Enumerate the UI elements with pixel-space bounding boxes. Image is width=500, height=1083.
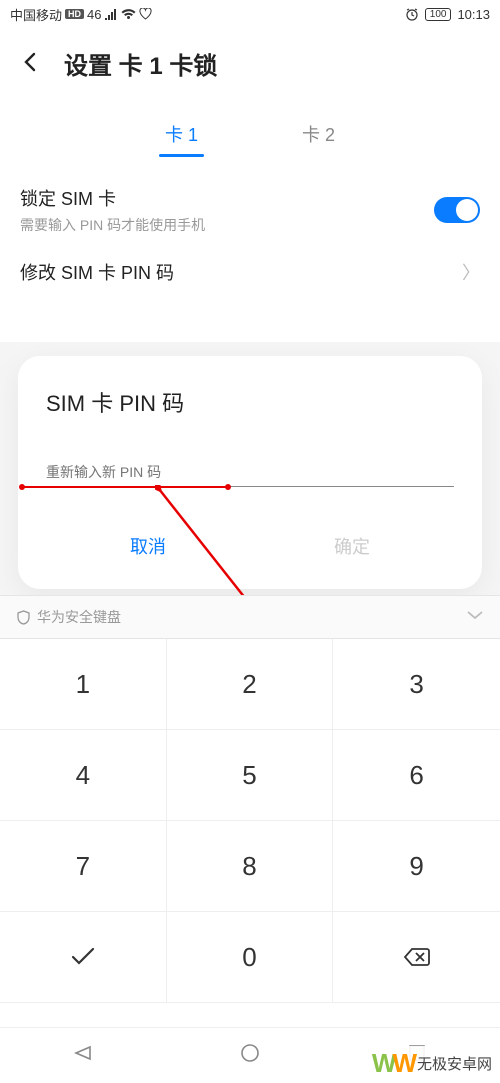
status-right: 100 10:13 <box>405 7 490 22</box>
back-button[interactable] <box>20 51 42 77</box>
key-8[interactable]: 8 <box>167 821 334 912</box>
hd-badge: HD <box>65 9 84 19</box>
key-4[interactable]: 4 <box>0 730 167 821</box>
key-0[interactable]: 0 <box>167 912 334 1003</box>
wifi-icon <box>121 8 136 20</box>
settings-list: 锁定 SIM 卡 需要输入 PIN 码才能使用手机 修改 SIM 卡 PIN 码… <box>0 155 500 297</box>
numeric-keypad: 1 2 3 4 5 6 7 8 9 0 <box>0 639 500 1003</box>
key-done[interactable] <box>0 912 167 1003</box>
key-2[interactable]: 2 <box>167 639 334 730</box>
battery-level: 100 <box>425 8 452 21</box>
collapse-keyboard-icon[interactable] <box>466 608 484 626</box>
clock-time: 10:13 <box>457 7 490 22</box>
key-3[interactable]: 3 <box>333 639 500 730</box>
lock-sim-title: 锁定 SIM 卡 <box>20 185 205 211</box>
key-7[interactable]: 7 <box>0 821 167 912</box>
lock-sim-sub: 需要输入 PIN 码才能使用手机 <box>20 215 205 235</box>
status-left: 中国移动 HD 46 <box>10 5 152 24</box>
nav-home-icon[interactable] <box>239 1042 261 1069</box>
signal-icon <box>104 8 118 20</box>
lock-sim-toggle[interactable] <box>434 197 480 223</box>
page-header: 设置 卡 1 卡锁 <box>0 28 500 105</box>
heart-icon <box>139 8 152 20</box>
key-5[interactable]: 5 <box>167 730 334 821</box>
dialog-title: SIM 卡 PIN 码 <box>46 386 454 418</box>
pin-input[interactable] <box>46 458 454 487</box>
tab-sim1[interactable]: 卡 1 <box>155 113 208 155</box>
key-backspace[interactable] <box>333 912 500 1003</box>
watermark-text: 无极安卓网 <box>417 1053 492 1074</box>
page-title: 设置 卡 1 卡锁 <box>64 46 217 81</box>
carrier-label: 中国移动 <box>10 5 62 24</box>
keyboard-label: 华为安全键盘 <box>37 607 121 627</box>
key-9[interactable]: 9 <box>333 821 500 912</box>
nav-back-icon[interactable] <box>72 1042 94 1069</box>
keyboard-header: 华为安全键盘 <box>0 595 500 639</box>
sim-tabs: 卡 1 卡 2 <box>0 105 500 155</box>
status-bar: 中国移动 HD 46 100 10:13 <box>0 0 500 28</box>
confirm-button[interactable]: 确定 <box>250 519 454 573</box>
pin-dialog: SIM 卡 PIN 码 取消 确定 <box>18 356 482 589</box>
change-pin-row[interactable]: 修改 SIM 卡 PIN 码 〉 <box>20 247 480 297</box>
shield-icon <box>16 610 31 625</box>
key-6[interactable]: 6 <box>333 730 500 821</box>
watermark-logo: WW <box>372 1048 413 1079</box>
alarm-icon <box>405 7 419 21</box>
change-pin-title: 修改 SIM 卡 PIN 码 <box>20 259 174 285</box>
cancel-button[interactable]: 取消 <box>46 519 250 573</box>
key-1[interactable]: 1 <box>0 639 167 730</box>
lock-sim-row[interactable]: 锁定 SIM 卡 需要输入 PIN 码才能使用手机 <box>20 173 480 247</box>
net-label: 46 <box>87 7 101 22</box>
chevron-right-icon: 〉 <box>462 259 480 285</box>
tab-sim2[interactable]: 卡 2 <box>292 113 345 155</box>
watermark: WW 无极安卓网 <box>368 1046 496 1081</box>
